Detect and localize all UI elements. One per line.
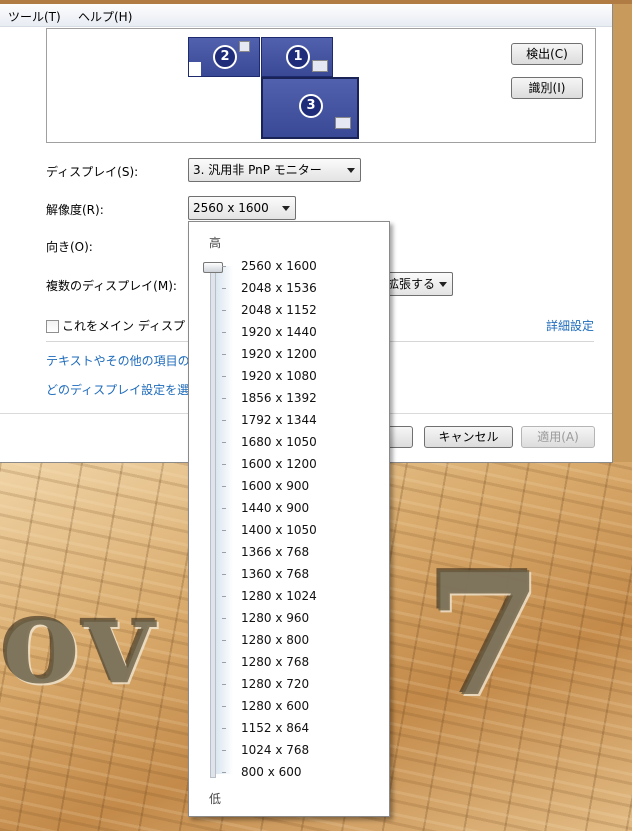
- slider-tick: [222, 640, 226, 641]
- slider-tick: [222, 464, 226, 465]
- monitor-number-3: 3: [299, 94, 323, 118]
- main-display-checkbox[interactable]: [46, 320, 59, 333]
- display-select[interactable]: 3. 汎用非 PnP モニター: [188, 158, 361, 182]
- slider-track-fill: [215, 266, 233, 774]
- slider-tick: [222, 486, 226, 487]
- slider-tick: [222, 662, 226, 663]
- text-size-link[interactable]: テキストやその他の項目の: [46, 352, 190, 369]
- slider-tick: [222, 706, 226, 707]
- menu-tools[interactable]: ツール(T): [8, 8, 61, 25]
- resolution-slider-thumb[interactable]: [203, 262, 223, 273]
- slider-tick: [222, 750, 226, 751]
- slider-tick: [222, 618, 226, 619]
- resolution-option[interactable]: 1600 x 1200: [241, 457, 317, 471]
- resolution-option[interactable]: 1920 x 1080: [241, 369, 317, 383]
- low-label: 低: [209, 792, 222, 806]
- display-select-value: 3. 汎用非 PnP モニター: [193, 163, 322, 177]
- resolution-option[interactable]: 1280 x 1024: [241, 589, 317, 603]
- chevron-down-icon: [347, 168, 355, 173]
- slider-tick: [222, 332, 226, 333]
- resolution-option[interactable]: 2048 x 1152: [241, 303, 317, 317]
- resolution-label: 解像度(R):: [46, 203, 104, 217]
- resolution-option[interactable]: 1280 x 800: [241, 633, 309, 647]
- resolution-option[interactable]: 1920 x 1440: [241, 325, 317, 339]
- slider-tick: [222, 398, 226, 399]
- resolution-option[interactable]: 800 x 600: [241, 765, 302, 779]
- resolution-option[interactable]: 1280 x 768: [241, 655, 309, 669]
- resolution-option[interactable]: 1920 x 1200: [241, 347, 317, 361]
- resolution-option[interactable]: 1024 x 768: [241, 743, 309, 757]
- multiple-displays-select-value: 拡張する: [387, 277, 436, 291]
- resolution-select-value: 2560 x 1600: [193, 201, 269, 215]
- resolution-option[interactable]: 1680 x 1050: [241, 435, 317, 449]
- slider-tick: [222, 530, 226, 531]
- slider-tick: [222, 772, 226, 773]
- resolution-option[interactable]: 1152 x 864: [241, 721, 309, 735]
- high-label: 高: [209, 236, 222, 250]
- monitor-grid-icon: [239, 41, 250, 52]
- slider-tick: [222, 508, 226, 509]
- resolution-select[interactable]: 2560 x 1600: [188, 196, 296, 220]
- resolution-option[interactable]: 1280 x 600: [241, 699, 309, 713]
- resolution-option[interactable]: 1400 x 1050: [241, 523, 317, 537]
- resolution-option[interactable]: 1856 x 1392: [241, 391, 317, 405]
- display-label: ディスプレイ(S):: [46, 165, 139, 179]
- resolution-option[interactable]: 1600 x 900: [241, 479, 309, 493]
- chevron-down-icon: [282, 206, 290, 211]
- monitor-grid-icon: [312, 60, 328, 72]
- slider-tick: [222, 728, 226, 729]
- apply-button[interactable]: 適用(A): [521, 426, 595, 448]
- menu-help[interactable]: ヘルプ(H): [78, 8, 132, 25]
- advanced-settings-link[interactable]: 詳細設定: [546, 317, 594, 334]
- chevron-down-icon: [439, 282, 447, 287]
- slider-tick: [222, 596, 226, 597]
- resolution-option[interactable]: 1360 x 768: [241, 567, 309, 581]
- slider-tick: [222, 354, 226, 355]
- orientation-label: 向き(O):: [46, 240, 93, 254]
- slider-tick: [222, 684, 226, 685]
- monitor-2[interactable]: 2: [188, 37, 260, 77]
- resolution-option[interactable]: 1280 x 960: [241, 611, 309, 625]
- resolution-option[interactable]: 1366 x 768: [241, 545, 309, 559]
- main-display-checkbox-label: これをメイン ディスプ: [62, 319, 185, 333]
- monitor-1[interactable]: 1: [261, 37, 333, 77]
- monitor-preview-area: 2 1 3 検出(C) 識別(I): [46, 28, 596, 143]
- resolution-option[interactable]: 1440 x 900: [241, 501, 309, 515]
- slider-tick: [222, 442, 226, 443]
- monitor-stand-icon: [189, 62, 201, 76]
- identify-button[interactable]: 識別(I): [511, 77, 583, 99]
- slider-tick: [222, 552, 226, 553]
- monitor-grid-icon: [335, 117, 351, 129]
- multiple-displays-label: 複数のディスプレイ(M):: [46, 279, 177, 293]
- monitor-number-1: 1: [286, 45, 310, 69]
- resolution-option[interactable]: 1280 x 720: [241, 677, 309, 691]
- resolution-dropdown: 高 2560 x 1600 2048 x 1536 2048 x 1152 1920 …: [188, 221, 390, 817]
- slider-tick: [222, 376, 226, 377]
- detect-button[interactable]: 検出(C): [511, 43, 583, 65]
- monitor-number-2: 2: [213, 45, 237, 69]
- menu-bar: ツール(T) ヘルプ(H): [0, 4, 612, 27]
- wallpaper-text-left: ov: [0, 570, 158, 711]
- wallpaper-text-right: 7: [425, 535, 544, 735]
- resolution-option[interactable]: 1792 x 1344: [241, 413, 317, 427]
- cancel-button[interactable]: キャンセル: [424, 426, 513, 448]
- resolution-option[interactable]: 2560 x 1600: [241, 259, 317, 273]
- monitor-3-selected[interactable]: 3: [261, 77, 359, 139]
- resolution-slider-track[interactable]: [210, 262, 216, 778]
- slider-tick: [222, 420, 226, 421]
- slider-tick: [222, 266, 226, 267]
- which-settings-link[interactable]: どのディスプレイ設定を選: [46, 381, 189, 398]
- slider-tick: [222, 574, 226, 575]
- slider-tick: [222, 288, 226, 289]
- resolution-option[interactable]: 2048 x 1536: [241, 281, 317, 295]
- slider-tick: [222, 310, 226, 311]
